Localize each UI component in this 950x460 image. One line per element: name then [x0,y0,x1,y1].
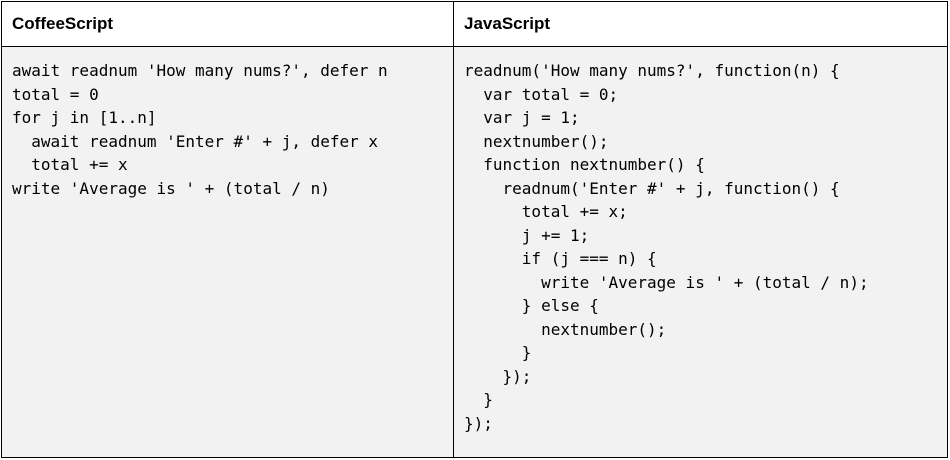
coffeescript-column-header: CoffeeScript [1,1,454,47]
javascript-code-block: readnum('How many nums?', function(n) { … [464,61,869,433]
coffeescript-code-cell: await readnum 'How many nums?', defer n … [1,46,454,458]
code-comparison-table: CoffeeScript JavaScript await readnum 'H… [1,1,948,458]
javascript-heading: JavaScript [464,14,550,33]
header-row: CoffeeScript JavaScript [1,1,948,47]
coffeescript-code-block: await readnum 'How many nums?', defer n … [12,61,388,198]
javascript-code-cell: readnum('How many nums?', function(n) { … [453,46,948,458]
javascript-column-header: JavaScript [453,1,948,47]
code-row: await readnum 'How many nums?', defer n … [1,46,948,458]
coffeescript-heading: CoffeeScript [12,14,114,33]
